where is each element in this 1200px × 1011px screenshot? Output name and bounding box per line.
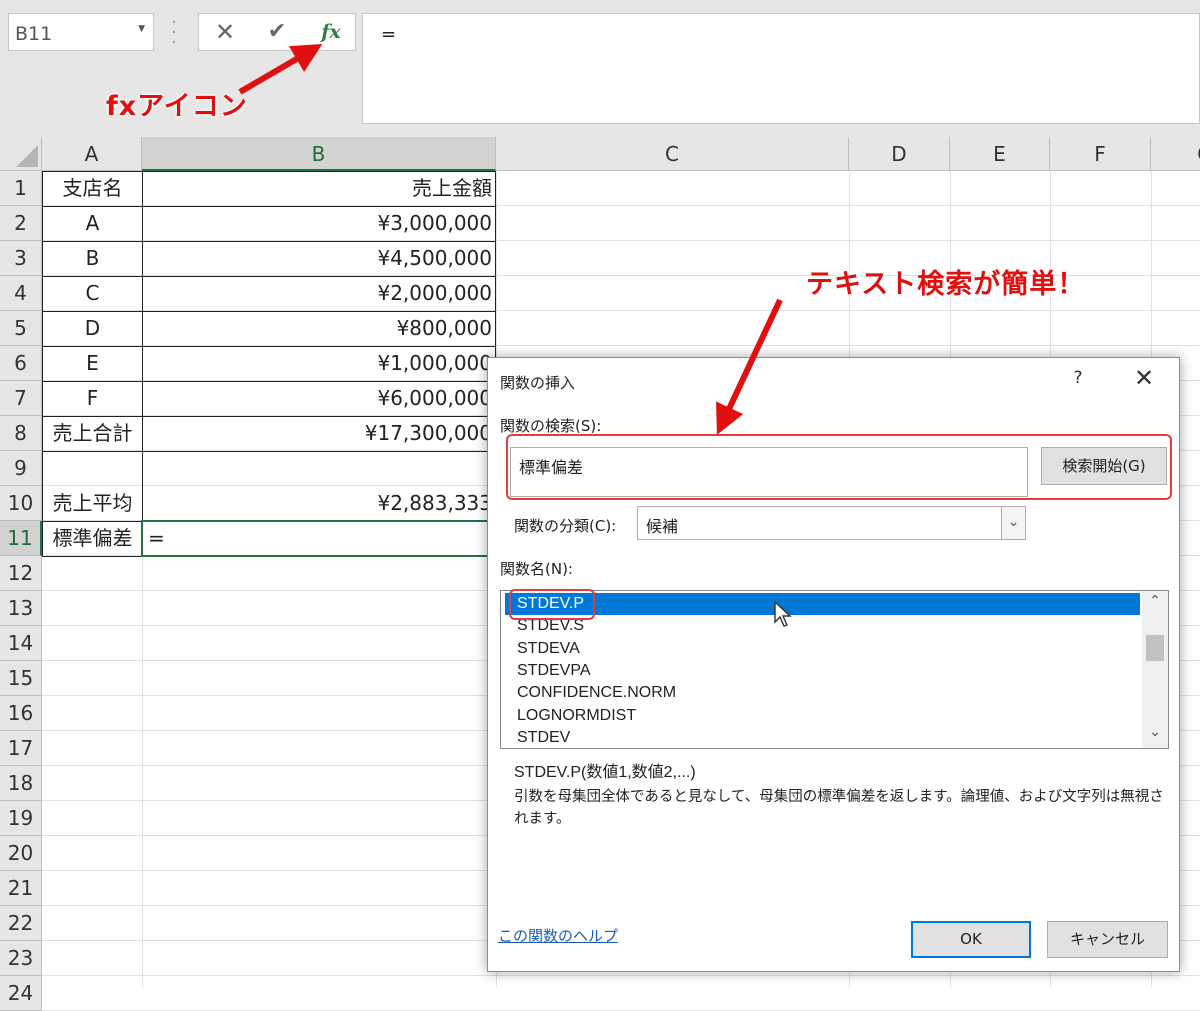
function-list-item[interactable]: STDEVA: [505, 638, 1140, 660]
row-header-7[interactable]: 7: [0, 381, 42, 416]
function-signature: STDEV.P(数値1,数値2,...): [514, 764, 696, 781]
row-header-15[interactable]: 15: [0, 661, 42, 696]
formula-buttons: ✕ ✔ fx: [198, 13, 356, 51]
selected-function-highlight-box: [509, 589, 595, 620]
column-header-a[interactable]: A: [42, 137, 142, 171]
cell-b5[interactable]: ¥800,000: [143, 311, 494, 346]
row-header-23[interactable]: 23: [0, 941, 42, 976]
scroll-up-icon[interactable]: ⌃: [1142, 593, 1168, 615]
row-header-5[interactable]: 5: [0, 311, 42, 346]
category-select[interactable]: 候補 ⌄: [637, 506, 1026, 540]
category-value: 候補: [646, 517, 679, 536]
cell-b6[interactable]: ¥1,000,000: [143, 346, 494, 381]
row-header-20[interactable]: 20: [0, 836, 42, 871]
cell-a7[interactable]: F: [43, 381, 142, 416]
cell-b7[interactable]: ¥6,000,000: [143, 381, 494, 416]
row-header-19[interactable]: 19: [0, 801, 42, 836]
cell-a3[interactable]: B: [43, 241, 142, 276]
row-header-16[interactable]: 16: [0, 696, 42, 731]
column-header-d[interactable]: D: [849, 137, 950, 171]
row-header-2[interactable]: 2: [0, 206, 42, 241]
cell-a2[interactable]: A: [43, 206, 142, 241]
column-header-c[interactable]: C: [496, 137, 849, 171]
row-header-18[interactable]: 18: [0, 766, 42, 801]
row-header-22[interactable]: 22: [0, 906, 42, 941]
row-header-14[interactable]: 14: [0, 626, 42, 661]
active-cell-border: [141, 520, 499, 560]
cell-b3[interactable]: ¥4,500,000: [143, 241, 494, 276]
function-list-item[interactable]: LOGNORMDIST: [505, 705, 1140, 727]
row-header-6[interactable]: 6: [0, 346, 42, 381]
function-help-link[interactable]: この関数のヘルプ: [498, 925, 618, 946]
function-list[interactable]: ⌃ ⌄ STDEV.P STDEV.S STDEVA STDEVPA CONFIDENC…: [500, 590, 1169, 749]
formula-bar-area: B11 ▼ · · · ✕ ✔ fx = fxアイコン: [0, 0, 1200, 137]
search-label: 関数の検索(S):: [500, 417, 602, 435]
category-label: 関数の分類(C):: [514, 517, 617, 535]
cell-b4[interactable]: ¥2,000,000: [143, 276, 494, 311]
search-highlight-box: [506, 434, 1172, 500]
function-list-item[interactable]: STDEV: [505, 727, 1140, 748]
insert-function-fx-icon[interactable]: fx: [311, 14, 351, 50]
column-header-b[interactable]: B: [142, 137, 496, 171]
column-header-e[interactable]: E: [950, 137, 1050, 171]
column-header-g[interactable]: G: [1151, 137, 1200, 171]
cell-b8[interactable]: ¥17,300,000: [143, 416, 494, 451]
function-list-item[interactable]: CONFIDENCE.NORM: [505, 682, 1140, 704]
row-header-9[interactable]: 9: [0, 451, 42, 486]
cell-a6[interactable]: E: [43, 346, 142, 381]
cell-a4[interactable]: C: [43, 276, 142, 311]
function-list-item[interactable]: STDEV.P: [505, 593, 1140, 615]
cell-a11[interactable]: 標準偏差: [43, 521, 142, 556]
name-box-value: B11: [15, 23, 53, 45]
row-header-4[interactable]: 4: [0, 276, 42, 311]
row-header-1[interactable]: 1: [0, 171, 42, 206]
mouse-pointer-icon: [774, 600, 792, 627]
chevron-down-icon[interactable]: ⌄: [1001, 507, 1025, 539]
scrollbar-thumb[interactable]: [1146, 635, 1164, 661]
function-list-item[interactable]: STDEVPA: [505, 660, 1140, 682]
row-header-21[interactable]: 21: [0, 871, 42, 906]
cancel-formula-icon[interactable]: ✕: [205, 14, 245, 50]
function-list-label: 関数名(N):: [500, 560, 573, 578]
enter-formula-icon[interactable]: ✔: [257, 14, 297, 50]
row-header-8[interactable]: 8: [0, 416, 42, 451]
row-header-3[interactable]: 3: [0, 241, 42, 276]
name-box[interactable]: B11 ▼: [8, 13, 154, 51]
row-header-11[interactable]: 11: [0, 521, 42, 556]
scroll-down-icon[interactable]: ⌄: [1142, 724, 1168, 746]
cell-b10[interactable]: ¥2,883,333: [143, 486, 494, 521]
dialog-title: 関数の挿入: [500, 374, 576, 392]
name-box-dropdown-icon[interactable]: ▼: [138, 24, 145, 34]
ok-button[interactable]: OK: [911, 921, 1031, 958]
cell-b2[interactable]: ¥3,000,000: [143, 206, 494, 241]
close-icon[interactable]: ✕: [1131, 364, 1157, 392]
cell-a1[interactable]: 支店名: [43, 171, 142, 206]
function-list-scrollbar[interactable]: ⌃ ⌄: [1142, 591, 1168, 748]
text-search-annotation: テキスト検索が簡単！: [806, 269, 1086, 300]
insert-function-dialog: 関数の挿入 ? ✕ 関数の検索(S): 標準偏差 検索開始(G) 関数の分類(C…: [487, 357, 1180, 972]
more-options-icon[interactable]: · · ·: [168, 14, 180, 52]
row-header-13[interactable]: 13: [0, 591, 42, 626]
row-header-24[interactable]: 24: [0, 976, 42, 1011]
row-header-17[interactable]: 17: [0, 731, 42, 766]
function-description: 引数を母集団全体であると見なして、母集団の標準偏差を返します。論理値、および文字…: [514, 789, 1164, 827]
cell-a5[interactable]: D: [43, 311, 142, 346]
cell-a8[interactable]: 売上合計: [43, 416, 142, 451]
select-all-corner[interactable]: [0, 137, 42, 171]
help-icon[interactable]: ?: [1068, 368, 1088, 388]
column-header-f[interactable]: F: [1050, 137, 1151, 171]
cancel-button[interactable]: キャンセル: [1047, 921, 1168, 958]
fx-icon-annotation: fxアイコン: [106, 91, 248, 122]
row-header-10[interactable]: 10: [0, 486, 42, 521]
function-list-item[interactable]: STDEV.S: [505, 615, 1140, 637]
cell-a10[interactable]: 売上平均: [43, 486, 142, 521]
row-header-12[interactable]: 12: [0, 556, 42, 591]
formula-input[interactable]: =: [362, 13, 1200, 124]
cell-b1[interactable]: 売上金額: [143, 171, 494, 206]
